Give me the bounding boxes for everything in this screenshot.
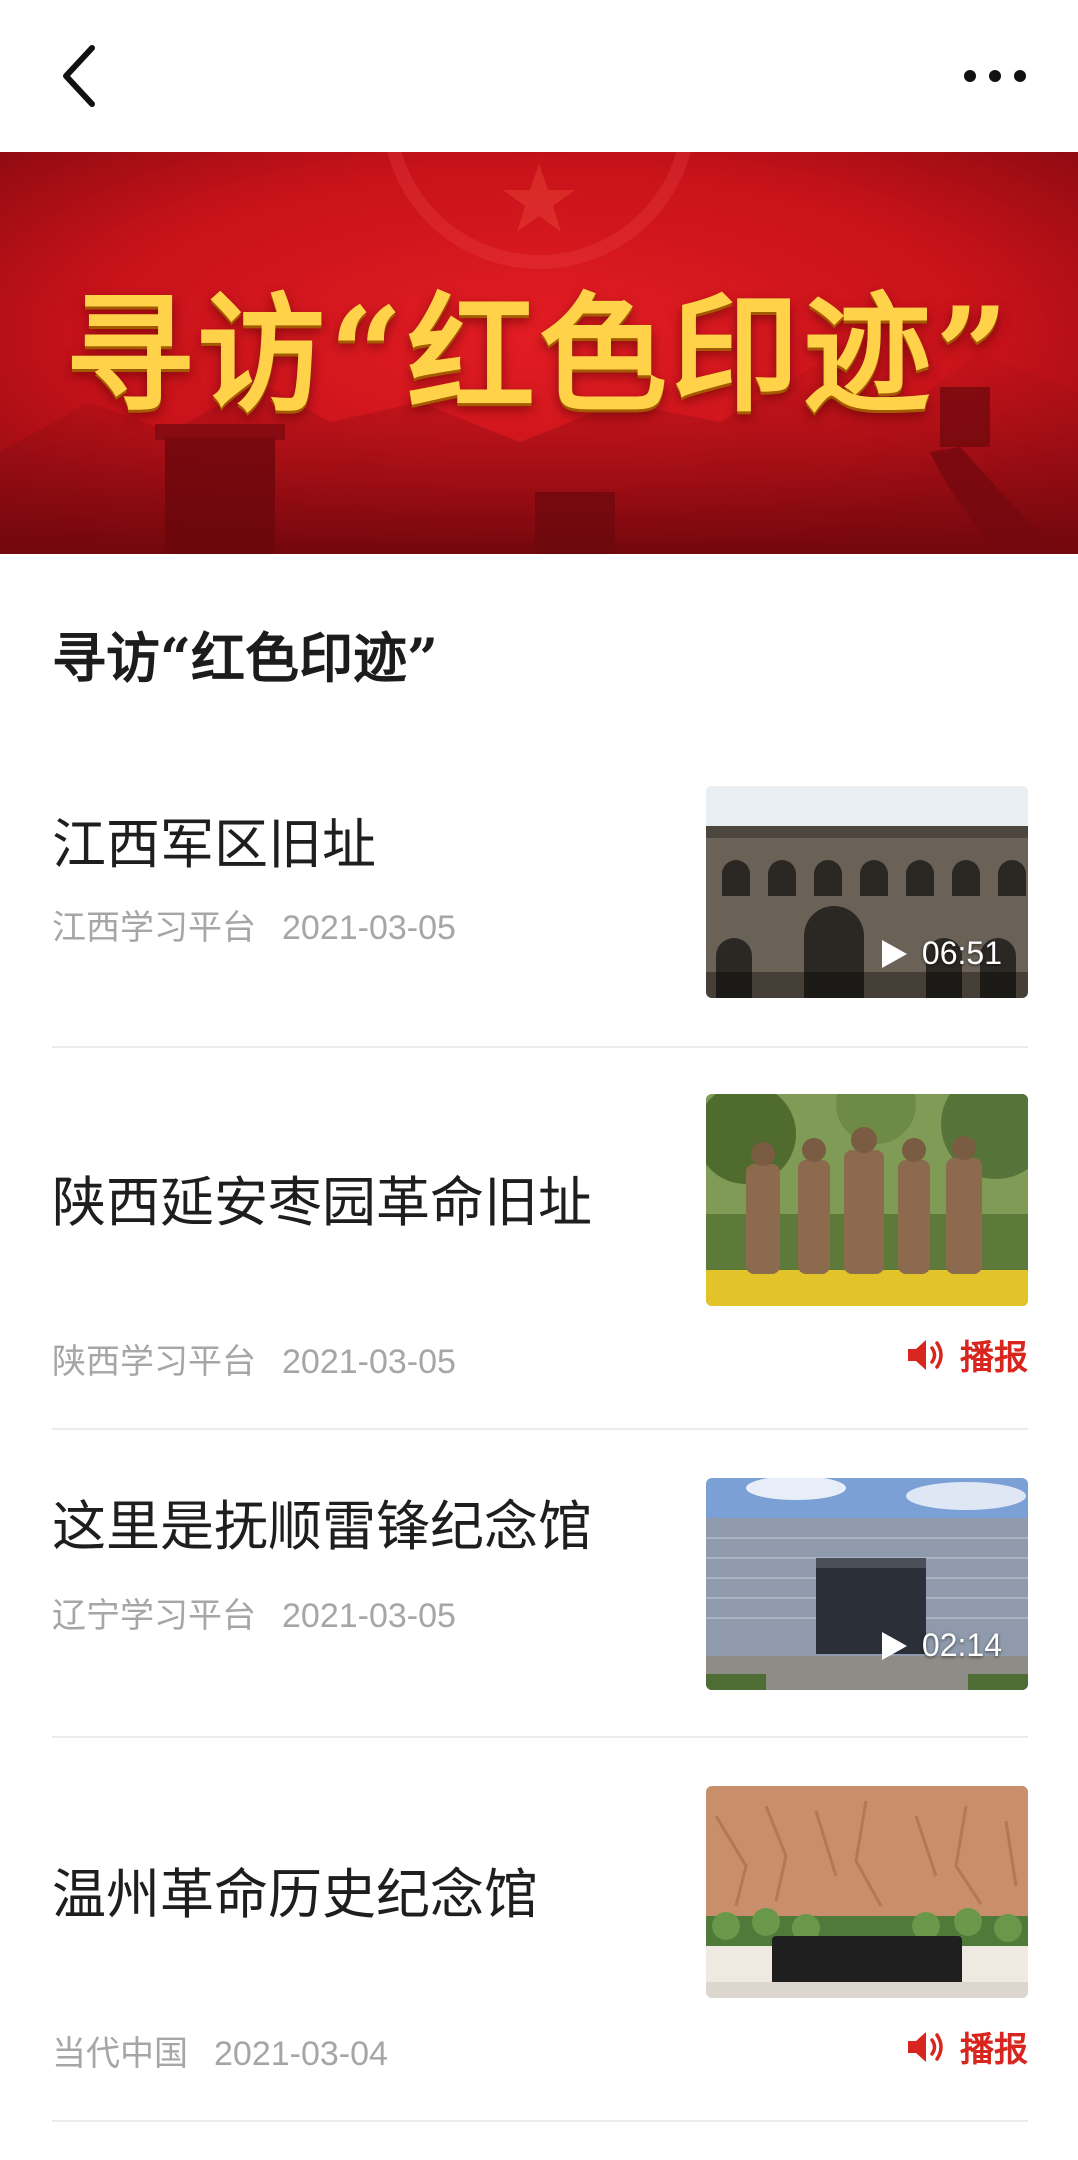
item-source: 陕西学习平台: [52, 1343, 256, 1381]
item-date: 2021-03-04: [214, 2035, 388, 2073]
item-meta: 陕西学习平台 2021-03-05: [52, 1334, 456, 1383]
item-date: 2021-03-05: [282, 1343, 456, 1381]
duration-text: 06:51: [921, 935, 1002, 971]
divider: [52, 1428, 1028, 1430]
list-item[interactable]: 江西军区旧址 江西学习平台 2021-03-05 06:51: [52, 782, 1028, 1002]
item-thumbnail[interactable]: 06:51: [706, 786, 1028, 998]
speaker-icon: [908, 1339, 943, 1370]
list-item[interactable]: 这里是抚顺雷锋纪念馆 辽宁学习平台 2021-03-05 02:14: [52, 1478, 1028, 1698]
broadcast-label: 播报: [960, 1338, 1028, 1378]
item-meta: 当代中国 2021-03-04: [52, 2026, 388, 2075]
more-dots-icon: [964, 70, 1026, 82]
more-button[interactable]: [960, 56, 1030, 96]
item-title: 陕西延安枣园革命旧址: [52, 1171, 592, 1234]
item-thumbnail[interactable]: [706, 1786, 1028, 1998]
section-title: 寻访“红色印迹”: [52, 626, 439, 690]
divider: [52, 2120, 1028, 2122]
item-title: 江西军区旧址: [52, 813, 376, 876]
video-duration: 02:14: [880, 1627, 1002, 1664]
hero-banner[interactable]: 寻访“红色印迹”: [0, 152, 1078, 554]
item-title: 温州革命历史纪念馆: [52, 1863, 538, 1926]
banner-title: 寻访“红色印迹”: [65, 279, 1013, 430]
play-icon: [881, 939, 907, 968]
broadcast-label: 播报: [960, 2030, 1028, 2070]
speaker-icon: [908, 2031, 943, 2062]
item-thumbnail[interactable]: [706, 1094, 1028, 1306]
item-meta: 江西学习平台 2021-03-05: [52, 900, 456, 949]
broadcast-button[interactable]: 播报: [906, 1330, 1028, 1379]
item-meta: 辽宁学习平台 2021-03-05: [52, 1588, 456, 1637]
item-title: 这里是抚顺雷锋纪念馆: [52, 1495, 592, 1558]
list-item[interactable]: 温州革命历史纪念馆 当代中国 2021-03-04 播报: [52, 1786, 1028, 2090]
back-button[interactable]: [52, 38, 112, 114]
play-icon: [881, 1631, 907, 1660]
item-date: 2021-03-05: [282, 1597, 456, 1635]
duration-text: 02:14: [921, 1627, 1002, 1663]
list-item[interactable]: 陕西延安枣园革命旧址 陕西学习平台 2021-03-05 播报: [52, 1094, 1028, 1398]
divider: [52, 1736, 1028, 1738]
item-source: 当代中国: [52, 2035, 188, 2073]
chevron-left-icon: [63, 45, 95, 107]
divider: [52, 1046, 1028, 1048]
video-duration: 06:51: [880, 935, 1002, 972]
item-source: 江西学习平台: [52, 909, 256, 947]
statue-image: [706, 1094, 1028, 1306]
item-thumbnail[interactable]: 02:14: [706, 1478, 1028, 1690]
relief-wall-image: [706, 1786, 1028, 1998]
item-source: 辽宁学习平台: [52, 1597, 256, 1635]
top-bar: [0, 0, 1078, 152]
item-date: 2021-03-05: [282, 909, 456, 947]
broadcast-button[interactable]: 播报: [906, 2022, 1028, 2071]
